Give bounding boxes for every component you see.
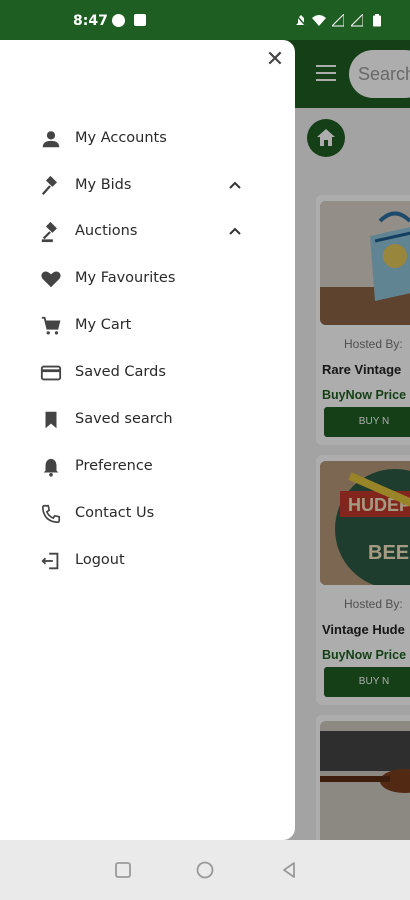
signal-icon <box>332 14 344 27</box>
menu-item-my-favourites[interactable]: My Favourites <box>0 256 295 302</box>
credit-card-icon <box>40 365 62 381</box>
chevron-up-icon[interactable] <box>226 223 244 241</box>
menu-item-auctions[interactable]: Auctions <box>0 209 295 255</box>
phone-icon <box>41 504 61 524</box>
menu-item-label: Saved Cards <box>75 364 166 380</box>
menu-item-label: Auctions <box>75 223 138 239</box>
heart-icon <box>41 271 61 288</box>
recent-apps-icon[interactable] <box>113 860 133 880</box>
gavel-icon <box>41 221 57 243</box>
menu-item-my-cart[interactable]: My Cart <box>0 303 295 349</box>
menu-item-label: Contact Us <box>75 505 155 521</box>
chevron-up-icon[interactable] <box>226 177 244 195</box>
menu-item-label: Preference <box>75 458 153 474</box>
status-time: 8:47 <box>73 13 108 29</box>
status-bar: 8:47 <box>0 0 410 40</box>
close-icon[interactable]: ✕ <box>265 49 285 71</box>
menu-item-label: My Favourites <box>75 270 176 286</box>
home-nav-icon[interactable] <box>195 860 215 880</box>
menu-item-saved-search[interactable]: Saved search <box>0 397 295 443</box>
bookmark-icon <box>45 411 57 429</box>
wifi-icon <box>312 15 326 26</box>
menu-item-my-bids[interactable]: My Bids <box>0 163 295 209</box>
menu-item-label: Logout <box>75 552 125 568</box>
menu-item-logout[interactable]: Logout <box>0 538 295 584</box>
person-icon <box>42 131 60 148</box>
menu-item-saved-cards[interactable]: Saved Cards <box>0 350 295 396</box>
menu-item-my-accounts[interactable]: My Accounts <box>0 116 295 162</box>
menu-item-label: Saved search <box>75 411 173 427</box>
menu-item-label: My Cart <box>75 317 132 333</box>
gavel-icon <box>41 175 57 196</box>
image-notification-icon <box>134 14 146 26</box>
mute-icon <box>295 14 307 27</box>
navigation-drawer: ✕ My Accounts My Bids Auctions My Favour… <box>0 40 295 840</box>
bell-icon <box>43 458 59 477</box>
cart-icon <box>41 316 61 335</box>
back-icon[interactable] <box>279 860 299 880</box>
menu-item-label: My Bids <box>75 177 132 193</box>
battery-icon <box>373 14 381 27</box>
menu-item-preference[interactable]: Preference <box>0 444 295 490</box>
logout-icon <box>41 552 59 570</box>
menu-item-label: My Accounts <box>75 130 167 146</box>
menu-item-contact-us[interactable]: Contact Us <box>0 491 295 537</box>
signal-icon <box>351 14 363 27</box>
notification-app-icon <box>112 14 125 27</box>
system-nav-bar <box>0 840 410 900</box>
